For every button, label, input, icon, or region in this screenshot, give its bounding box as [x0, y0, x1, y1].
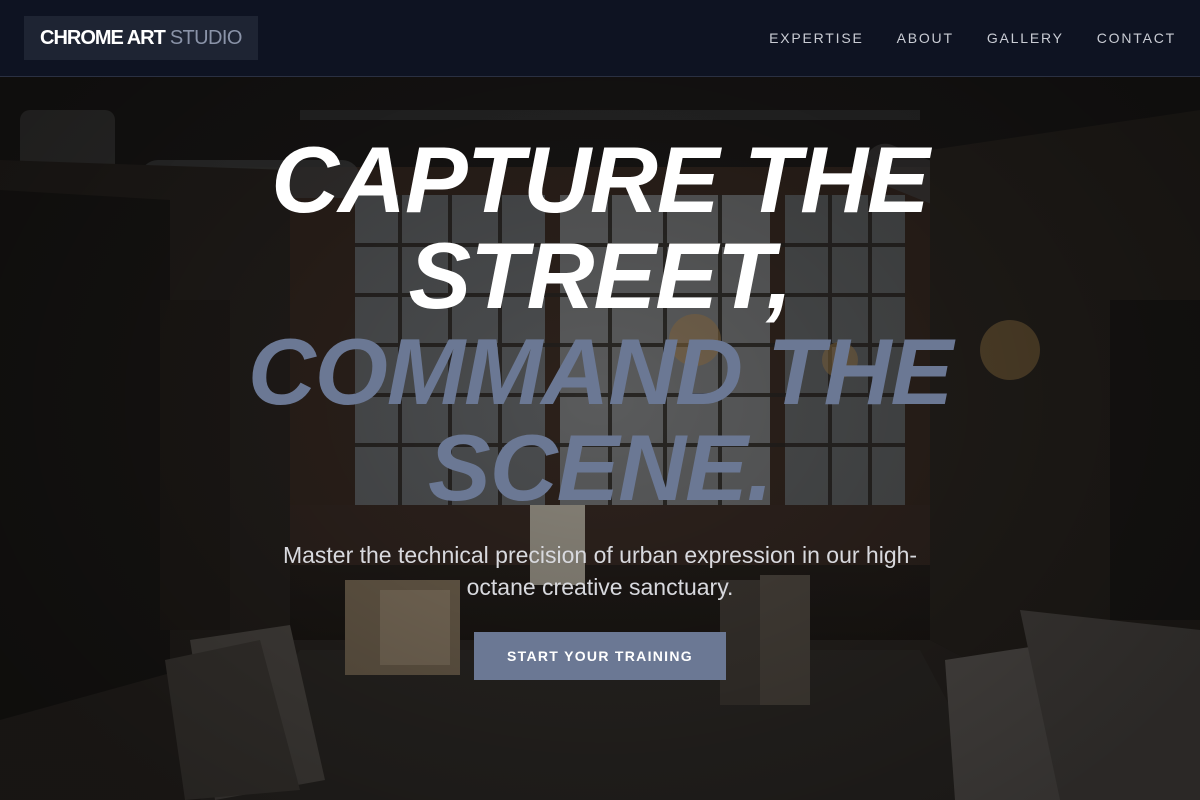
- nav-link-about[interactable]: ABOUT: [897, 30, 954, 46]
- brand-name-secondary: STUDIO: [169, 26, 243, 49]
- start-training-button[interactable]: START YOUR TRAINING: [474, 632, 726, 680]
- brand-name-primary: CHROME ART: [40, 26, 166, 49]
- nav-link-expertise[interactable]: EXPERTISE: [769, 30, 864, 46]
- nav-link-contact[interactable]: CONTACT: [1097, 30, 1176, 46]
- hero-subtitle: Master the technical precision of urban …: [282, 542, 918, 600]
- nav-link-gallery[interactable]: GALLERY: [987, 30, 1064, 46]
- headline-line-2: COMMAND THE SCENE.: [247, 319, 953, 520]
- main-nav: EXPERTISE ABOUT GALLERY CONTACT: [769, 30, 1176, 46]
- brand-logo[interactable]: CHROME ART STUDIO: [24, 16, 258, 60]
- top-navbar: CHROME ART STUDIO EXPERTISE ABOUT GALLER…: [0, 0, 1200, 77]
- headline-line-1: CAPTURE THE STREET,: [271, 127, 929, 328]
- hero-headline: CAPTURE THE STREET, COMMAND THE SCENE.: [150, 132, 1050, 516]
- hero-section: CAPTURE THE STREET, COMMAND THE SCENE. M…: [0, 0, 1200, 800]
